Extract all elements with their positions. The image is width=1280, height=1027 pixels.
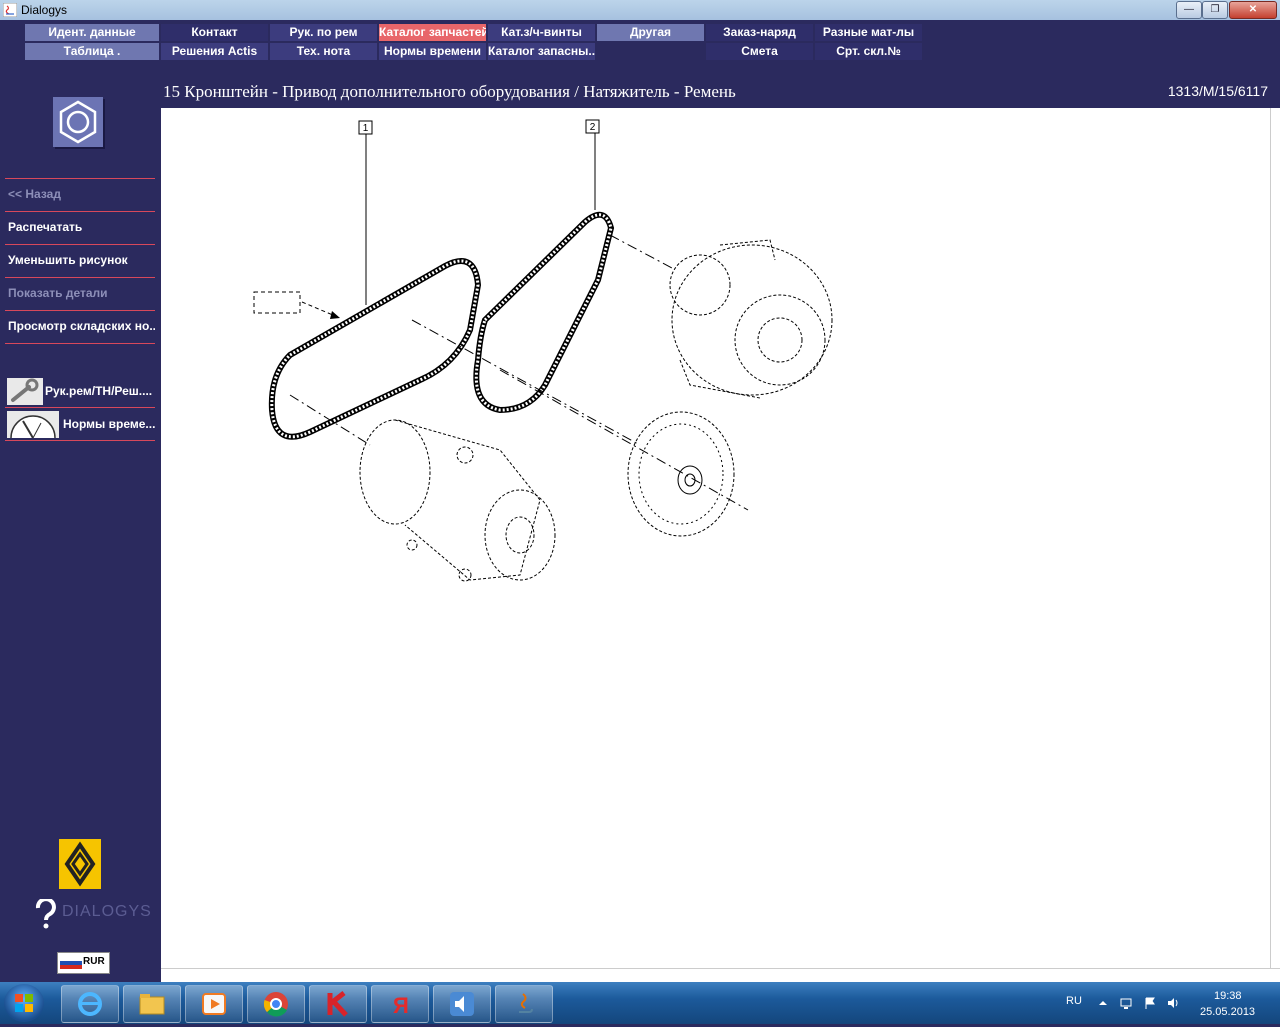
show-hidden-icons-icon[interactable]	[1096, 996, 1110, 1010]
close-button[interactable]: ✕	[1229, 1, 1277, 19]
maximize-button[interactable]: ❐	[1202, 1, 1228, 19]
page-title-breadcrumb: 15 Кронштейн - Привод дополнительного об…	[163, 82, 736, 101]
shortcut-labour-times[interactable]: Нормы време...	[5, 409, 155, 441]
renault-logo	[59, 839, 101, 889]
taskbar-kaspersky[interactable]	[309, 985, 367, 1023]
alternator[interactable]	[669, 239, 833, 399]
callout-2[interactable]: 2	[585, 119, 600, 210]
yandex-icon: Я	[393, 993, 409, 1018]
menu-parts-catalog[interactable]: Каталог запчастей	[379, 24, 486, 41]
zoom-out-button[interactable]: Уменьшить рисунок	[5, 244, 155, 276]
wrench-icon	[7, 378, 43, 405]
menu-other[interactable]: Другая	[597, 24, 704, 41]
windows-taskbar: Я RU 19:38 25.05.2013	[0, 982, 1280, 1024]
internet-explorer-icon	[78, 992, 102, 1016]
view-stock-numbers-button[interactable]: Просмотр складских но...	[5, 310, 155, 342]
tensioner-placeholder[interactable]	[253, 291, 301, 314]
question-mark-icon	[35, 897, 56, 929]
menu-labour-times[interactable]: Нормы времени	[379, 43, 486, 60]
print-button[interactable]: Распечатать	[5, 211, 155, 243]
speaker-app-icon	[450, 992, 474, 1016]
callout-2-label: 2	[590, 122, 596, 133]
shortcut-repair-manual[interactable]: Рук.рем/ТН/Реш....	[5, 376, 155, 408]
dialogys-brand: DIALOGYS	[62, 903, 152, 920]
exploded-view-diagram: 1 2	[253, 119, 833, 582]
network-icon[interactable]	[1119, 996, 1133, 1010]
back-button[interactable]: << Назад	[5, 178, 155, 210]
russia-flag-icon	[60, 957, 82, 969]
java-app-icon	[3, 3, 17, 17]
windows-logo-icon	[15, 994, 33, 1012]
explorer-icon	[139, 994, 165, 1015]
start-button[interactable]	[4, 984, 44, 1022]
menu-actis-solutions[interactable]: Решения Actis	[161, 43, 268, 60]
language-indicator[interactable]: RU	[1066, 995, 1082, 1007]
currency-code: RUR	[83, 956, 105, 967]
window-title: Dialogys	[21, 3, 68, 17]
menu-misc-materials[interactable]: Разные мат-лы	[815, 24, 922, 41]
menu-repair-manual[interactable]: Рук. по рем	[270, 24, 377, 41]
vertical-scrollbar[interactable]	[1270, 108, 1280, 968]
crankshaft-pulley[interactable]	[627, 411, 735, 537]
taskbar-yandex[interactable]: Я	[371, 985, 429, 1023]
taskbar-explorer[interactable]	[123, 985, 181, 1023]
horizontal-scrollbar[interactable]	[161, 968, 1280, 983]
taskbar-chrome[interactable]	[247, 985, 305, 1023]
minimize-button[interactable]: —	[1176, 1, 1202, 19]
taskbar-java[interactable]	[495, 985, 553, 1023]
sidebar-divider	[5, 343, 155, 344]
media-player-icon	[202, 993, 226, 1015]
dialogys-logo: DIALOGYS	[34, 897, 151, 929]
parts-diagram-canvas: 1 2	[161, 108, 1270, 968]
shortcut-repair-manual-label: Рук.рем/ТН/Реш....	[45, 384, 153, 398]
belt-2[interactable]	[473, 211, 615, 414]
taskbar-internet-explorer[interactable]	[61, 985, 119, 1023]
hexagon-nut-icon	[53, 97, 103, 147]
menu-table[interactable]: Таблица .	[25, 43, 159, 60]
document-reference: 1313/M/15/6117	[1167, 83, 1268, 99]
menu-spare-parts-catalog[interactable]: Каталог запасны...	[488, 43, 595, 60]
axis-lines	[289, 234, 749, 511]
currency-selector[interactable]: RUR	[57, 952, 110, 974]
menu-tech-note[interactable]: Тех. нота	[270, 43, 377, 60]
taskbar-speaker-app[interactable]	[433, 985, 491, 1023]
belt-1[interactable]	[268, 258, 482, 440]
menu-work-order[interactable]: Заказ-наряд	[706, 24, 813, 41]
menu-stock-number[interactable]: Срт. скл.№	[815, 43, 922, 60]
callout-1-label: 1	[363, 123, 369, 134]
menu-estimate[interactable]: Смета	[706, 43, 813, 60]
menu-ident-data[interactable]: Идент. данные	[25, 24, 159, 41]
menu-parts-catalog-screws[interactable]: Кат.з/ч-винты	[488, 24, 595, 41]
window-title-bar: Dialogys — ❐ ✕	[0, 0, 1280, 20]
clock-time[interactable]: 19:38	[1214, 990, 1242, 1002]
callout-1[interactable]: 1	[358, 120, 373, 305]
clock-date[interactable]: 25.05.2013	[1200, 1006, 1255, 1018]
chrome-icon	[263, 992, 288, 1017]
action-center-flag-icon[interactable]	[1143, 996, 1157, 1010]
svg-text:Я: Я	[393, 993, 409, 1018]
ac-compressor[interactable]	[359, 419, 556, 582]
menu-contact[interactable]: Контакт	[161, 24, 268, 41]
taskbar-media-player[interactable]	[185, 985, 243, 1023]
stopwatch-icon	[7, 411, 59, 439]
java-icon	[519, 993, 533, 1013]
volume-icon[interactable]	[1166, 996, 1180, 1010]
kaspersky-icon	[327, 991, 348, 1017]
shortcut-labour-times-label: Нормы време...	[63, 417, 156, 431]
show-details-button[interactable]: Показать детали	[5, 277, 155, 309]
